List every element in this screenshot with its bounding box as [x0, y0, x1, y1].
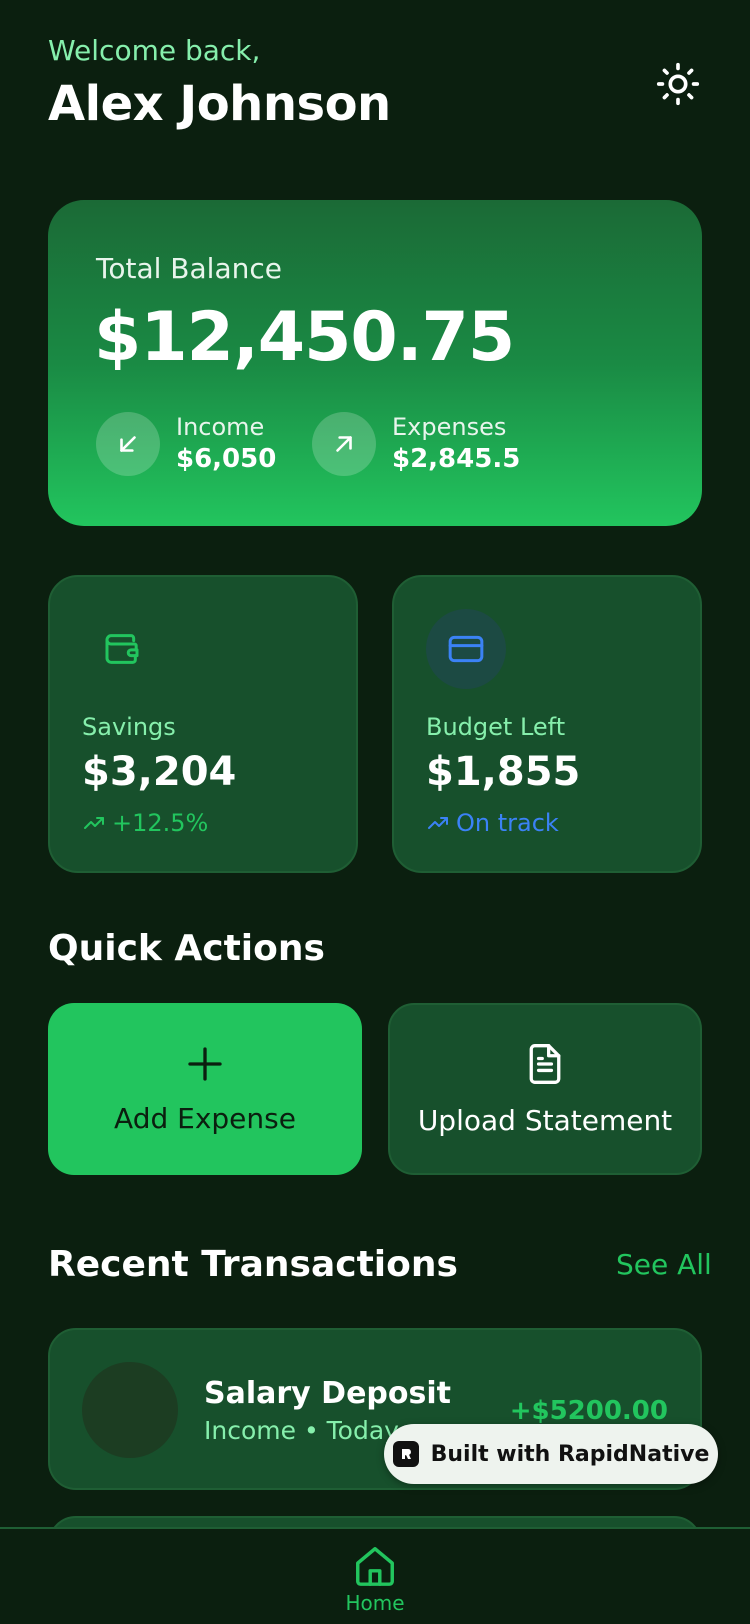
balance-card: Total Balance $12,450.75 Income $6,050 E… [48, 200, 702, 526]
home-screen: Welcome back, Alex Johnson Total Balance… [0, 0, 750, 1624]
add-expense-button[interactable]: Add Expense [48, 1003, 362, 1175]
built-with-badge[interactable]: Built with RapidNative [384, 1424, 718, 1484]
budget-label: Budget Left [426, 713, 566, 741]
income-label: Income [176, 413, 265, 441]
savings-label: Savings [82, 713, 176, 741]
trending-up-icon [428, 817, 448, 829]
budget-trend-text: On track [456, 809, 559, 837]
expenses-label: Expenses [392, 413, 507, 441]
home-icon [356, 1547, 394, 1586]
recent-transactions-title: Recent Transactions [48, 1244, 458, 1285]
upload-statement-label: Upload Statement [417, 1103, 673, 1137]
savings-card[interactable]: Savings $3,204 +12.5% [48, 575, 358, 873]
arrow-down-left-icon [120, 436, 136, 452]
budget-value: $1,855 [426, 749, 581, 795]
balance-label: Total Balance [96, 252, 282, 285]
arrow-up-right-icon [336, 436, 352, 452]
trending-up-icon [84, 817, 104, 829]
tab-home-label: Home [345, 1591, 405, 1615]
savings-value: $3,204 [82, 749, 237, 795]
savings-trend: +12.5% [82, 809, 208, 837]
tab-home[interactable]: Home [335, 1543, 415, 1615]
user-name: Alex Johnson [48, 76, 391, 132]
balance-amount: $12,450.75 [94, 298, 515, 377]
savings-icon-wrap [82, 609, 162, 689]
transaction-avatar [82, 1362, 178, 1458]
plus-icon [188, 1046, 222, 1081]
sun-icon [656, 62, 700, 106]
income-value: $6,050 [176, 444, 277, 474]
add-expense-label: Add Expense [114, 1101, 296, 1135]
transaction-meta: Income • Today [204, 1416, 399, 1445]
budget-trend: On track [426, 809, 559, 837]
welcome-text: Welcome back, [48, 34, 261, 67]
expenses-value: $2,845.5 [392, 444, 521, 474]
see-all-link[interactable]: See All [616, 1248, 712, 1281]
budget-card[interactable]: Budget Left $1,855 On track [392, 575, 702, 873]
rapidnative-logo-icon [392, 1441, 419, 1467]
wallet-icon [105, 634, 139, 664]
file-text-icon [529, 1043, 561, 1084]
income-summary: Income $6,050 [96, 412, 276, 476]
expenses-icon-circle [312, 412, 376, 476]
badge-text: Built with RapidNative [430, 1441, 710, 1467]
expenses-summary: Expenses $2,845.5 [312, 412, 520, 476]
transaction-amount: +$5200.00 [509, 1396, 668, 1426]
credit-card-icon [448, 635, 484, 663]
income-icon-circle [96, 412, 160, 476]
theme-toggle-button[interactable] [650, 56, 706, 112]
transaction-title: Salary Deposit [204, 1376, 451, 1411]
tab-bar: Home [0, 1527, 750, 1624]
budget-icon-wrap [426, 609, 506, 689]
quick-actions-title: Quick Actions [48, 928, 325, 969]
savings-trend-text: +12.5% [112, 809, 209, 837]
upload-statement-button[interactable]: Upload Statement [388, 1003, 702, 1175]
